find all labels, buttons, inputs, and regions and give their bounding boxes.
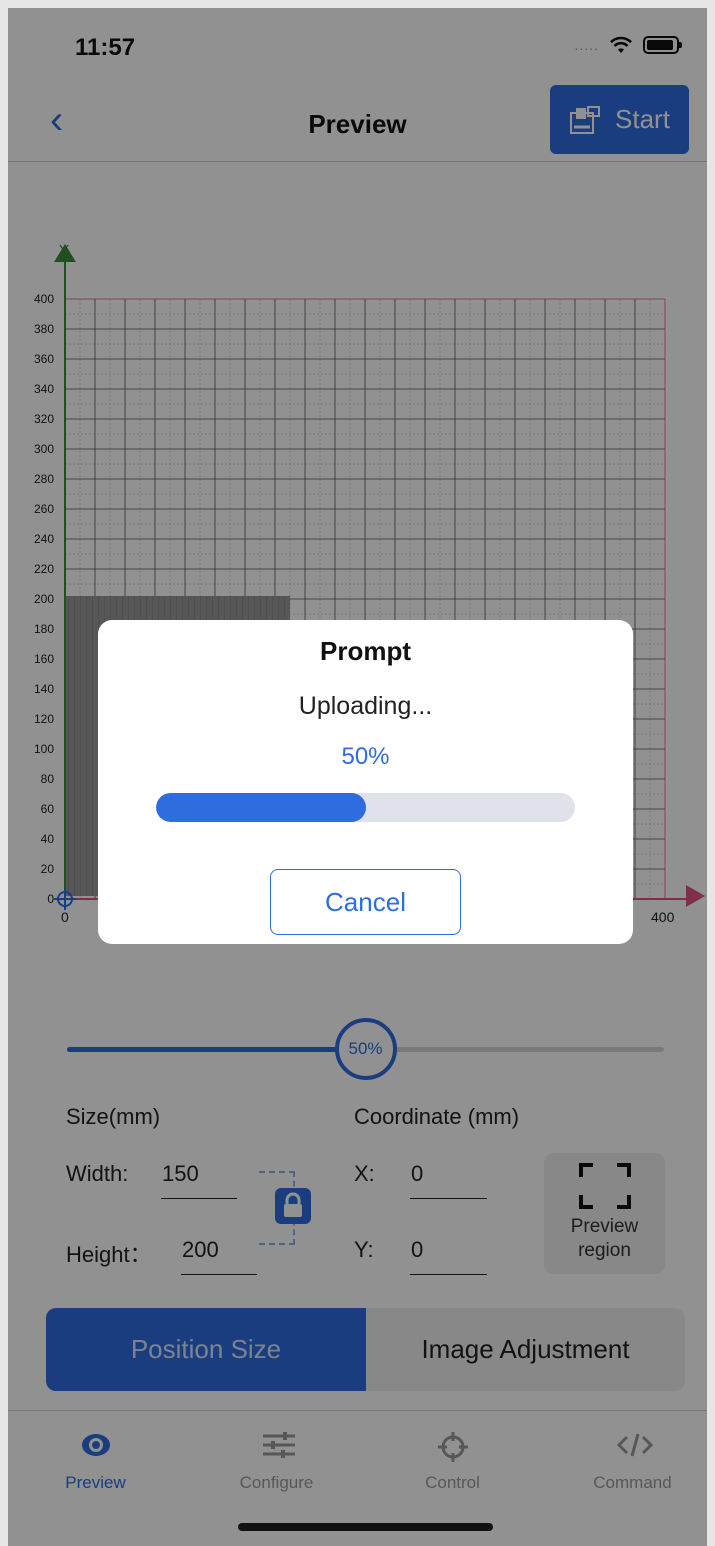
home-indicator[interactable] — [238, 1523, 493, 1531]
upload-dialog: Prompt Uploading... 50% Cancel — [98, 620, 633, 944]
progress-fill — [156, 793, 366, 822]
upload-percent: 50% — [341, 743, 390, 770]
dialog-message: Uploading... — [298, 692, 433, 720]
upload-progress-bar — [156, 793, 575, 822]
cancel-button[interactable]: Cancel — [270, 869, 461, 935]
dialog-title: Prompt — [320, 636, 411, 666]
app-screen: 11:57 ..... ‹ Preview Start Y 400 0 400 … — [8, 8, 707, 1546]
